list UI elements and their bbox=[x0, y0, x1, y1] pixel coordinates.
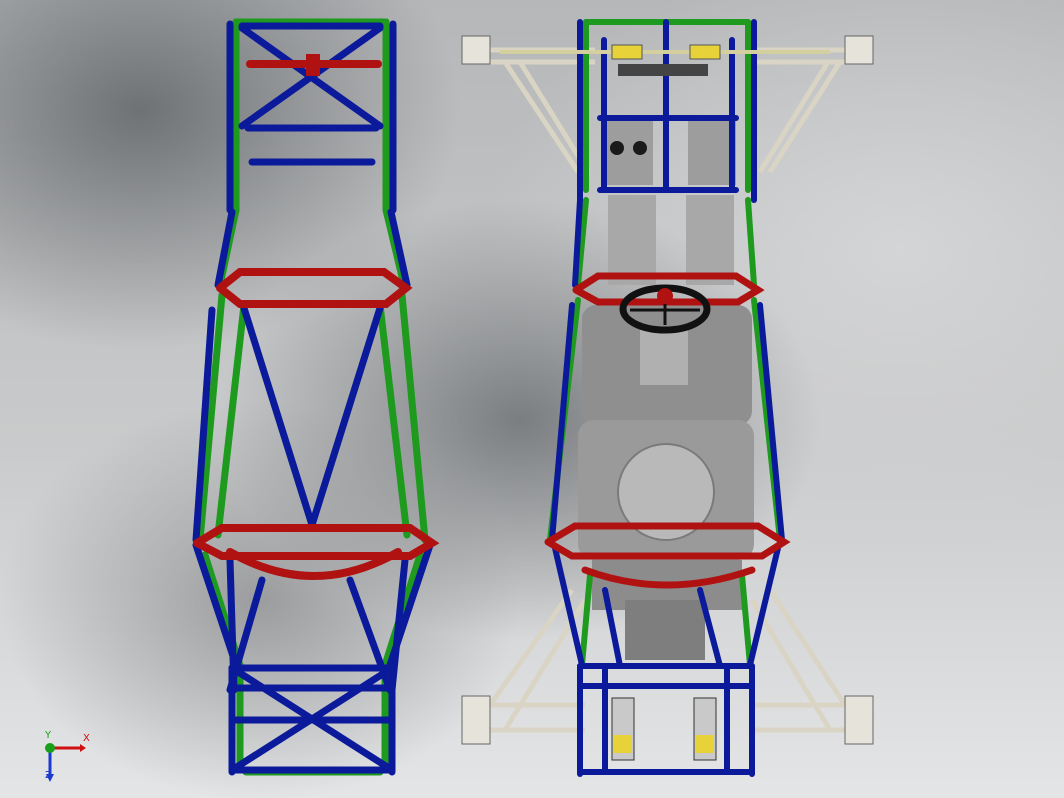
bare-frame-model[interactable] bbox=[192, 18, 440, 776]
rear-left-upright bbox=[461, 695, 491, 745]
rear-right-upright bbox=[844, 695, 874, 745]
cad-models-canvas[interactable] bbox=[0, 0, 1064, 798]
assembled-vehicle-model[interactable] bbox=[461, 19, 874, 777]
triad-x-label: X bbox=[83, 733, 90, 744]
front-left-upright bbox=[461, 35, 491, 65]
rear-shocks bbox=[611, 697, 717, 761]
front-right-upright bbox=[844, 35, 874, 65]
triad-y-label: Y bbox=[45, 730, 52, 741]
cad-viewport[interactable]: X Y Z bbox=[0, 0, 1064, 798]
triad-z-label: Z bbox=[45, 770, 52, 781]
steering-wheel bbox=[619, 284, 711, 334]
coordinate-triad: X Y Z bbox=[40, 730, 100, 785]
